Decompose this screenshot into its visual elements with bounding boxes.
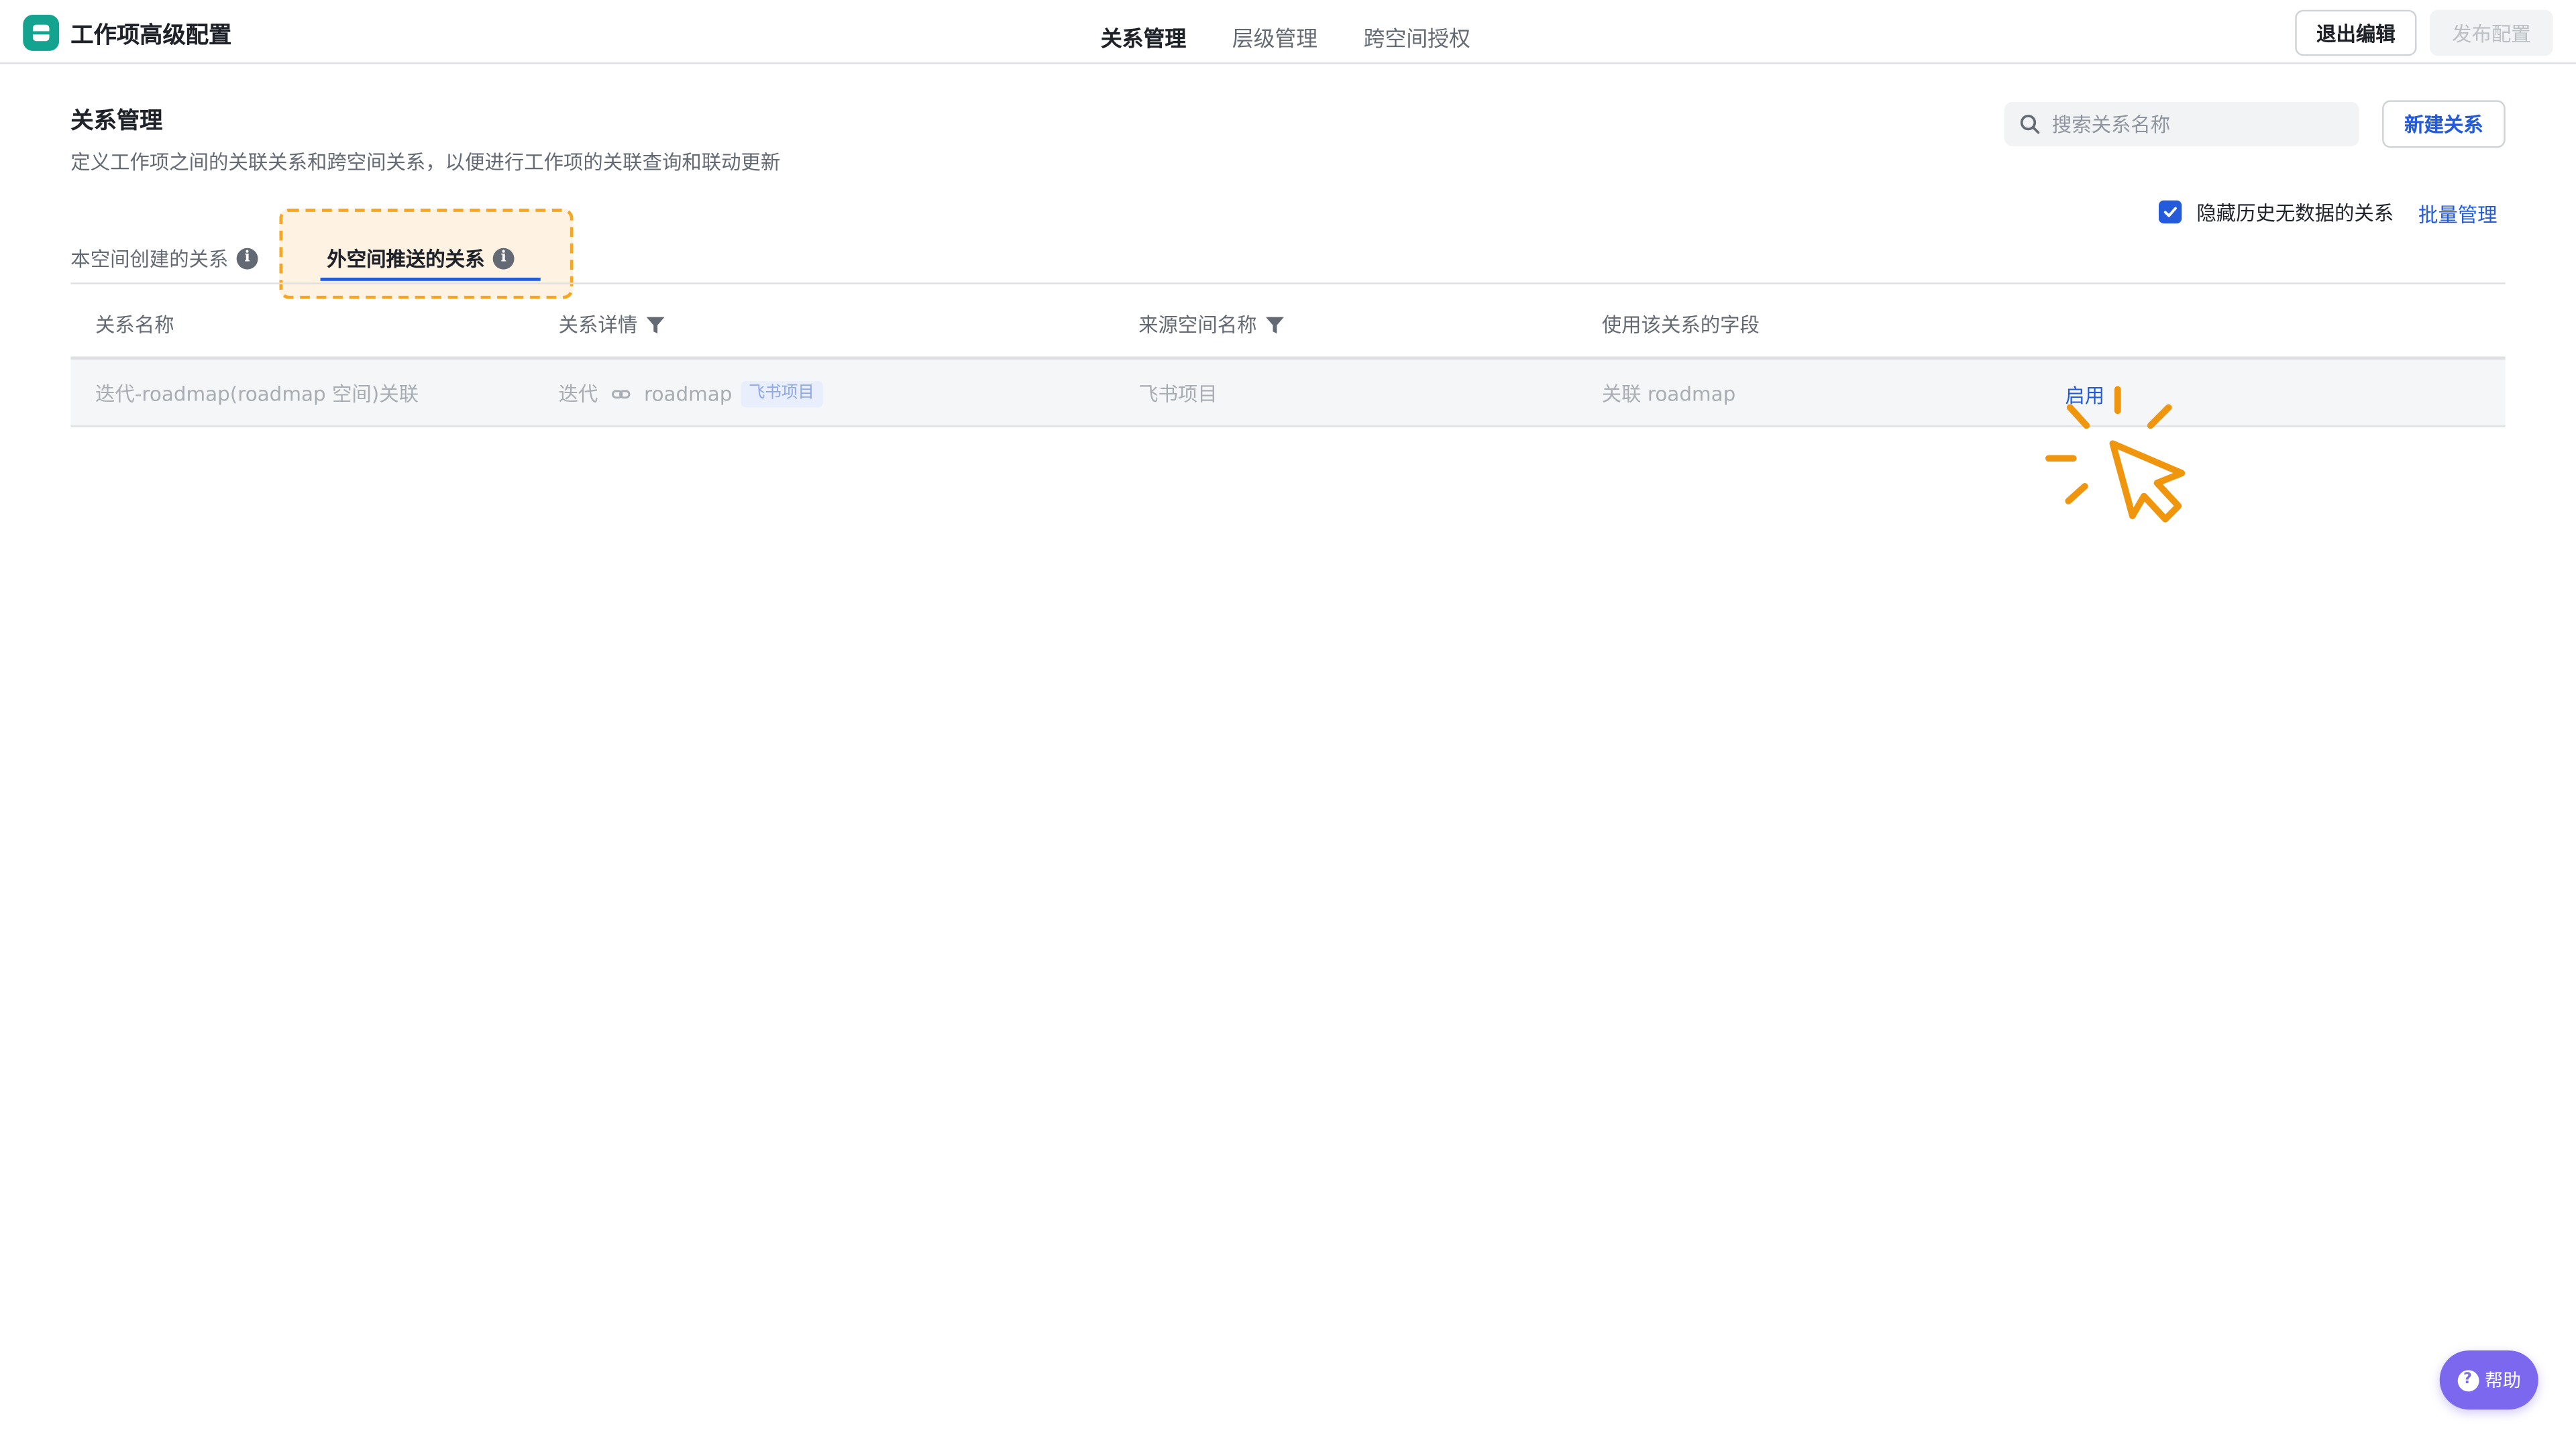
filter-icon[interactable] <box>1265 315 1285 334</box>
cell-field: 关联 roadmap <box>1601 382 1736 406</box>
cell-relation-name: 迭代-roadmap(roadmap 空间)关联 <box>95 382 419 406</box>
filter-icon[interactable] <box>645 315 665 334</box>
cell-source-space: 飞书项目 <box>1138 382 1218 406</box>
cell-relation-detail: 迭代 roadmap 飞书项目 <box>558 380 823 408</box>
table-row: 迭代-roadmap(roadmap 空间)关联 迭代 roadmap 飞书项目… <box>70 360 2506 427</box>
page-description: 定义工作项之间的关联关系和跨空间关系，以便进行工作项的关联查询和联动更新 <box>70 151 781 174</box>
exit-edit-button[interactable]: 退出编辑 <box>2295 9 2417 56</box>
column-label: 关系详情 <box>558 313 638 337</box>
detail-from: 迭代 <box>558 382 598 406</box>
space-tag: 飞书项目 <box>740 380 823 407</box>
page-title: 关系管理 <box>70 108 163 135</box>
column-label: 使用该关系的字段 <box>1601 313 1760 337</box>
detail-to: roadmap <box>644 382 733 405</box>
tab-relation-management[interactable]: 关系管理 <box>1101 21 1186 53</box>
column-label: 来源空间名称 <box>1138 313 1257 337</box>
top-bar: 工作项高级配置 关系管理 层级管理 跨空间授权 退出编辑 发布配置 <box>0 0 2576 64</box>
tab-cross-space-authorization[interactable]: 跨空间授权 <box>1364 21 1470 53</box>
help-button[interactable]: ? 帮助 <box>2439 1350 2538 1410</box>
info-icon[interactable]: i <box>236 248 258 270</box>
help-label: 帮助 <box>2485 1370 2521 1392</box>
divider <box>70 282 2506 284</box>
column-header-source-space: 来源空间名称 <box>1138 311 1285 339</box>
link-icon <box>612 389 631 398</box>
subtab-external-relations[interactable]: 外空间推送的关系 i <box>327 245 515 273</box>
column-header-name: 关系名称 <box>95 311 174 339</box>
tab-hierarchy-management[interactable]: 层级管理 <box>1232 21 1318 53</box>
column-label: 关系名称 <box>95 313 174 337</box>
question-icon: ? <box>2457 1369 2479 1391</box>
subtab-label: 外空间推送的关系 <box>327 248 485 272</box>
hide-history-label: 隐藏历史无数据的关系 <box>2196 201 2394 225</box>
info-icon[interactable]: i <box>492 248 515 270</box>
hide-history-checkbox[interactable]: 隐藏历史无数据的关系 <box>2158 199 2394 225</box>
logo-icon <box>23 15 60 51</box>
search-input[interactable] <box>2051 101 2348 146</box>
column-header-detail: 关系详情 <box>559 311 665 339</box>
new-relation-button[interactable]: 新建关系 <box>2382 100 2506 148</box>
search-icon <box>2020 115 2040 134</box>
batch-manage-link[interactable]: 批量管理 <box>2418 201 2498 229</box>
subtab-label: 本空间创建的关系 <box>70 248 229 272</box>
app-title: 工作项高级配置 <box>70 23 232 50</box>
subtab-local-relations[interactable]: 本空间创建的关系 i <box>70 245 258 273</box>
active-tab-indicator <box>320 277 541 281</box>
column-header-field: 使用该关系的字段 <box>1602 311 1760 339</box>
publish-config-button[interactable]: 发布配置 <box>2430 9 2553 56</box>
enable-link[interactable]: 启用 <box>2065 381 2104 409</box>
search-box[interactable] <box>2004 101 2359 146</box>
checkbox-check-icon[interactable] <box>2158 200 2182 224</box>
